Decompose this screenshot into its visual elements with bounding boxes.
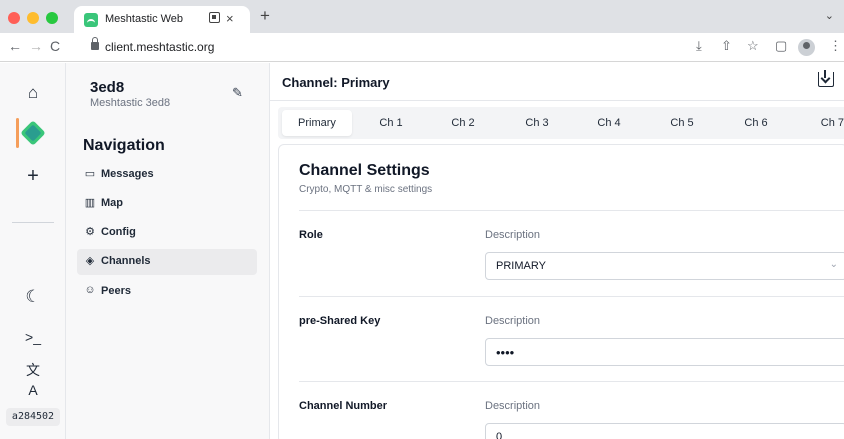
chevron-down-icon: ⌄ <box>829 259 838 270</box>
navigation-heading: Navigation <box>83 137 165 154</box>
terminal-icon[interactable]: >_ <box>22 327 44 347</box>
tab-ch6[interactable]: Ch 6 <box>721 110 791 136</box>
gear-icon: ⚙ <box>85 226 95 238</box>
browser-tab[interactable]: Meshtastic Web × <box>74 6 250 33</box>
url-input[interactable]: client.meshtastic.org <box>75 36 687 58</box>
side-panel-icon[interactable]: ▢ <box>775 39 787 53</box>
psk-input[interactable]: •••• <box>485 338 844 366</box>
psk-value: •••• <box>496 345 515 360</box>
sidebar-item-peers[interactable]: ☺ Peers <box>77 279 257 305</box>
role-label: Role <box>299 229 323 241</box>
edit-icon[interactable]: ✎ <box>232 85 243 101</box>
new-tab-button[interactable]: + <box>260 7 270 24</box>
tab-ch5[interactable]: Ch 5 <box>647 110 717 136</box>
sidebar-item-label: Map <box>101 197 123 209</box>
divider <box>299 296 844 297</box>
sidebar-item-label: Peers <box>101 285 131 297</box>
url-text[interactable]: client.meshtastic.org <box>105 40 214 54</box>
active-node-indicator <box>16 118 19 148</box>
address-bar: ← → C client.meshtastic.org ⤓ ⇧ ☆ ▢ ⋮ <box>0 33 844 62</box>
meshtastic-favicon-icon <box>84 13 98 27</box>
kebab-menu-icon[interactable]: ⋮ <box>829 39 842 53</box>
tab-ch2[interactable]: Ch 2 <box>428 110 498 136</box>
channel-number-description: Description <box>485 400 541 412</box>
lock-icon[interactable] <box>91 37 99 50</box>
channel-number-label: Channel Number <box>299 400 388 412</box>
sidebar-item-label: Channels <box>101 255 151 267</box>
home-icon[interactable]: ⌂ <box>22 83 44 103</box>
node-icon[interactable] <box>20 120 46 146</box>
page-header: Channel: Primary <box>270 63 844 101</box>
role-select[interactable]: PRIMARY ⌄ <box>485 252 844 280</box>
install-icon[interactable]: ⤓ <box>696 39 702 53</box>
role-description: Description <box>485 229 541 241</box>
share-icon[interactable]: ⇧ <box>721 39 732 53</box>
tab-search-icon[interactable]: ⌄ <box>825 9 834 22</box>
sidebar-item-label: Messages <box>101 168 154 180</box>
minimize-window-button[interactable] <box>27 12 39 24</box>
tab-primary[interactable]: Primary <box>282 110 352 136</box>
card-title: Channel Settings <box>299 162 430 179</box>
role-value: PRIMARY <box>496 260 546 272</box>
psk-label: pre-Shared Key <box>299 315 381 327</box>
app-rail: ⌂ + ☾ >_ 文A a284502 <box>0 63 66 439</box>
main-content: Channel: Primary Primary Ch 1 Ch 2 Ch 3 … <box>270 63 844 439</box>
extension-icon[interactable] <box>209 12 220 23</box>
divider <box>299 381 844 382</box>
channel-number-input[interactable]: 0 <box>485 423 844 439</box>
map-icon: ▥ <box>84 197 96 209</box>
sidebar-item-map[interactable]: ▥ Map <box>77 191 257 217</box>
channel-tabs: Primary Ch 1 Ch 2 Ch 3 Ch 4 Ch 5 Ch 6 Ch… <box>278 107 844 139</box>
add-icon[interactable]: + <box>22 166 44 186</box>
tab-title: Meshtastic Web <box>105 13 184 25</box>
profile-icon[interactable] <box>798 39 815 56</box>
users-icon: ☺ <box>84 284 96 296</box>
tab-ch7[interactable]: Ch 7 <box>792 110 844 136</box>
close-window-button[interactable] <box>8 12 20 24</box>
sidebar-item-label: Config <box>101 226 136 238</box>
sidebar-item-config[interactable]: ⚙ Config <box>77 220 257 246</box>
layers-icon: ◈ <box>85 255 95 267</box>
sidebar: 3ed8 Meshtastic 3ed8 ✎ Navigation ▭ Mess… <box>66 63 270 439</box>
maximize-window-button[interactable] <box>46 12 58 24</box>
bookmark-star-icon[interactable]: ☆ <box>747 39 759 53</box>
rail-divider <box>12 222 54 223</box>
reload-button[interactable]: C <box>50 38 60 54</box>
tab-close-icon[interactable]: × <box>226 11 234 26</box>
tab-ch1[interactable]: Ch 1 <box>356 110 426 136</box>
card-subtitle: Crypto, MQTT & misc settings <box>299 184 433 195</box>
sidebar-item-messages[interactable]: ▭ Messages <box>77 162 257 188</box>
sidebar-item-channels[interactable]: ◈ Channels <box>77 249 257 275</box>
forward-button[interactable]: → <box>29 38 43 54</box>
channel-settings-card: Channel Settings Crypto, MQTT & misc set… <box>278 144 844 439</box>
node-long-name: Meshtastic 3ed8 <box>90 97 171 109</box>
browser-tab-bar: Meshtastic Web × + ⌄ <box>0 0 844 33</box>
divider <box>299 210 844 211</box>
node-short-name: 3ed8 <box>90 79 125 96</box>
psk-description: Description <box>485 315 541 327</box>
language-icon[interactable]: 文A <box>22 360 44 400</box>
page-title: Channel: Primary <box>282 75 390 90</box>
node-id-badge: a284502 <box>6 408 60 426</box>
download-icon[interactable] <box>818 70 834 87</box>
moon-icon[interactable]: ☾ <box>22 287 44 307</box>
message-icon: ▭ <box>84 168 96 180</box>
channel-number-value: 0 <box>496 431 503 439</box>
tab-ch3[interactable]: Ch 3 <box>502 110 572 136</box>
tab-ch4[interactable]: Ch 4 <box>574 110 644 136</box>
back-button[interactable]: ← <box>8 38 22 54</box>
